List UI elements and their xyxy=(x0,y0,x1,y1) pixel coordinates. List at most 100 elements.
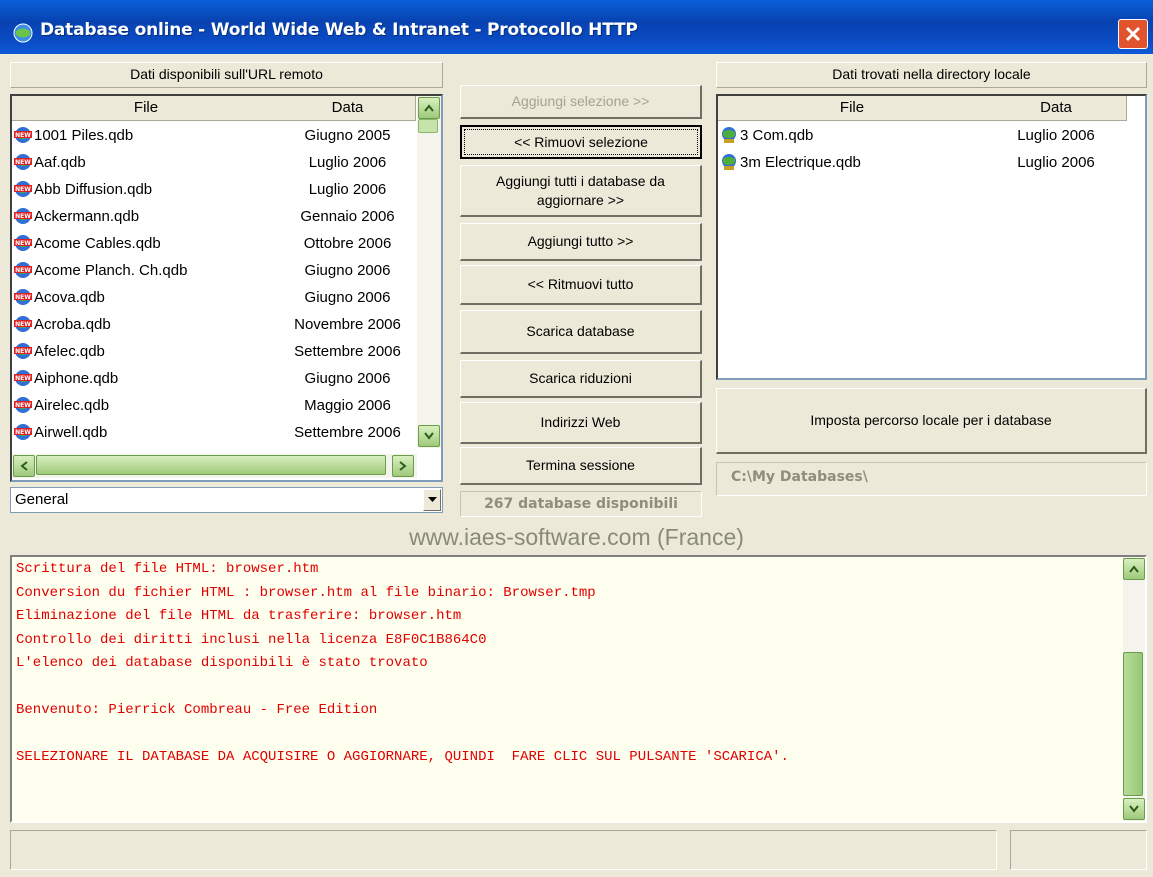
remove-all-button[interactable]: << Ritmuovi tutto xyxy=(460,265,702,305)
list-item[interactable]: NEW Acova.qdb Giugno 2006 xyxy=(12,284,415,311)
list-item[interactable]: NEW Airelec.qdb Maggio 2006 xyxy=(12,392,415,419)
scroll-thumb[interactable] xyxy=(418,119,438,133)
file-date: Novembre 2006 xyxy=(294,316,401,333)
new-database-icon: NEW xyxy=(14,397,32,413)
scroll-right-button[interactable] xyxy=(392,455,414,477)
svg-text:NEW: NEW xyxy=(15,159,31,166)
list-item[interactable]: NEW Acroba.qdb Novembre 2006 xyxy=(12,311,415,338)
svg-text:NEW: NEW xyxy=(15,186,31,193)
file-date: Giugno 2006 xyxy=(304,289,391,306)
remove-selection-button[interactable]: << Rimuovi selezione xyxy=(460,125,702,159)
file-date: Luglio 2006 xyxy=(1017,127,1095,144)
file-name: Airelec.qdb xyxy=(34,397,110,414)
window-title: Database online - World Wide Web & Intra… xyxy=(40,20,638,40)
file-date: Luglio 2006 xyxy=(308,154,387,171)
file-name: 1001 Piles.qdb xyxy=(34,127,134,144)
local-path-display: C:\My Databases\ xyxy=(716,462,1147,496)
download-database-button[interactable]: Scarica database xyxy=(460,310,702,354)
new-database-icon: NEW xyxy=(14,289,32,305)
svg-text:NEW: NEW xyxy=(15,294,31,301)
file-name: Aiphone.qdb xyxy=(34,370,119,387)
chevron-right-icon xyxy=(399,461,407,471)
chevron-left-icon xyxy=(20,461,28,471)
list-item[interactable]: NEW Airwell.qdb Settembre 2006 xyxy=(12,419,415,446)
add-all-to-update-button[interactable]: Aggiungi tutti i database da aggiornare … xyxy=(460,165,702,217)
remote-file-list[interactable]: File Data NEW 1001 Piles.qdb Giugno 2005 NE… xyxy=(10,94,443,482)
file-name: Ackermann.qdb xyxy=(34,208,140,225)
new-database-icon: NEW xyxy=(14,370,32,386)
svg-text:NEW: NEW xyxy=(15,240,31,247)
close-button[interactable] xyxy=(1118,19,1148,49)
new-database-icon: NEW xyxy=(14,154,32,170)
file-date: Settembre 2006 xyxy=(294,424,401,441)
file-date: Ottobre 2006 xyxy=(303,235,392,252)
list-item[interactable]: NEW 1001 Piles.qdb Giugno 2005 xyxy=(12,122,415,149)
svg-text:NEW: NEW xyxy=(15,321,31,328)
column-header-date[interactable]: Data xyxy=(280,96,416,121)
log-output[interactable]: Scrittura del file HTML: browser.htm Conv… xyxy=(10,555,1147,823)
list-item[interactable]: 3 Com.qdb Luglio 2006 xyxy=(718,122,1126,149)
list-item[interactable]: NEW Abb Diffusion.qdb Luglio 2006 xyxy=(12,176,415,203)
file-name: Afelec.qdb xyxy=(34,343,105,360)
category-select[interactable]: General xyxy=(10,487,443,513)
chevron-up-icon xyxy=(1129,565,1139,573)
status-bar-main xyxy=(10,830,997,870)
web-addresses-button[interactable]: Indirizzi Web xyxy=(460,402,702,444)
file-date: Luglio 2006 xyxy=(1017,154,1095,171)
scroll-up-button[interactable] xyxy=(418,97,440,119)
add-all-button[interactable]: Aggiungi tutto >> xyxy=(460,223,702,261)
new-database-icon: NEW xyxy=(14,127,32,143)
list-item[interactable]: NEW Aiphone.qdb Giugno 2006 xyxy=(12,365,415,392)
file-date: Gennaio 2006 xyxy=(300,208,395,225)
list-item[interactable]: NEW Afelec.qdb Settembre 2006 xyxy=(12,338,415,365)
file-date: Maggio 2006 xyxy=(304,397,391,414)
dropdown-button[interactable] xyxy=(423,489,441,511)
scroll-left-button[interactable] xyxy=(13,455,35,477)
download-reductions-button[interactable]: Scarica riduzioni xyxy=(460,360,702,398)
scroll-up-button[interactable] xyxy=(1123,558,1145,580)
list-item[interactable]: 3m Electrique.qdb Luglio 2006 xyxy=(718,149,1126,176)
hscroll-thumb[interactable] xyxy=(36,455,386,475)
local-panel-header: Dati trovati nella directory locale xyxy=(716,62,1147,88)
log-line: SELEZIONARE IL DATABASE DA ACQUISIRE O A… xyxy=(16,749,789,765)
log-vscrollbar[interactable] xyxy=(1123,557,1145,821)
scroll-down-button[interactable] xyxy=(1123,798,1145,820)
list-item[interactable]: NEW Acome Cables.qdb Ottobre 2006 xyxy=(12,230,415,257)
add-all-to-update-label-line2: aggiornare >> xyxy=(536,191,625,208)
category-select-value: General xyxy=(15,491,69,508)
remote-list-hscrollbar[interactable] xyxy=(12,454,417,478)
globe-network-icon xyxy=(13,23,33,43)
list-item[interactable]: NEW Acome Planch. Ch.qdb Giugno 2006 xyxy=(12,257,415,284)
log-line: Eliminazione del file HTML da trasferire… xyxy=(16,608,462,624)
remote-list-vscrollbar[interactable] xyxy=(417,96,441,448)
column-header-date[interactable]: Data xyxy=(986,96,1127,121)
add-all-to-update-label-line1: Aggiungi tutti i database da xyxy=(496,172,665,189)
column-header-file[interactable]: File xyxy=(12,96,281,121)
chevron-down-icon xyxy=(1129,805,1139,813)
available-count-label: 267 database disponibili xyxy=(460,491,702,517)
database-globe-icon xyxy=(722,154,736,170)
scroll-down-button[interactable] xyxy=(418,425,440,447)
new-database-icon: NEW xyxy=(14,424,32,440)
file-name: Acome Planch. Ch.qdb xyxy=(34,262,188,279)
end-session-button[interactable]: Termina sessione xyxy=(460,447,702,485)
svg-text:NEW: NEW xyxy=(15,402,31,409)
local-file-list[interactable]: File Data 3 Com.qdb Luglio 2006 3m Electri… xyxy=(716,94,1147,380)
database-globe-icon xyxy=(722,127,736,143)
list-item[interactable]: NEW Ackermann.qdb Gennaio 2006 xyxy=(12,203,415,230)
svg-text:NEW: NEW xyxy=(15,429,31,436)
file-name: Acova.qdb xyxy=(34,289,105,306)
file-name: Acroba.qdb xyxy=(34,316,111,333)
set-local-path-button[interactable]: Imposta percorso locale per i database xyxy=(716,388,1147,454)
log-line: Conversion du fichier HTML : browser.htm… xyxy=(16,584,596,601)
list-item[interactable]: NEW Aaf.qdb Luglio 2006 xyxy=(12,149,415,176)
column-header-file[interactable]: File xyxy=(718,96,987,121)
add-selection-button[interactable]: Aggiungi selezione >> xyxy=(460,85,702,119)
new-database-icon: NEW xyxy=(14,235,32,251)
log-scroll-thumb[interactable] xyxy=(1123,652,1143,796)
new-database-icon: NEW xyxy=(14,316,32,332)
new-database-icon: NEW xyxy=(14,208,32,224)
svg-text:NEW: NEW xyxy=(15,132,31,139)
dropdown-arrow-icon xyxy=(427,497,437,502)
file-name: 3 Com.qdb xyxy=(740,127,814,144)
